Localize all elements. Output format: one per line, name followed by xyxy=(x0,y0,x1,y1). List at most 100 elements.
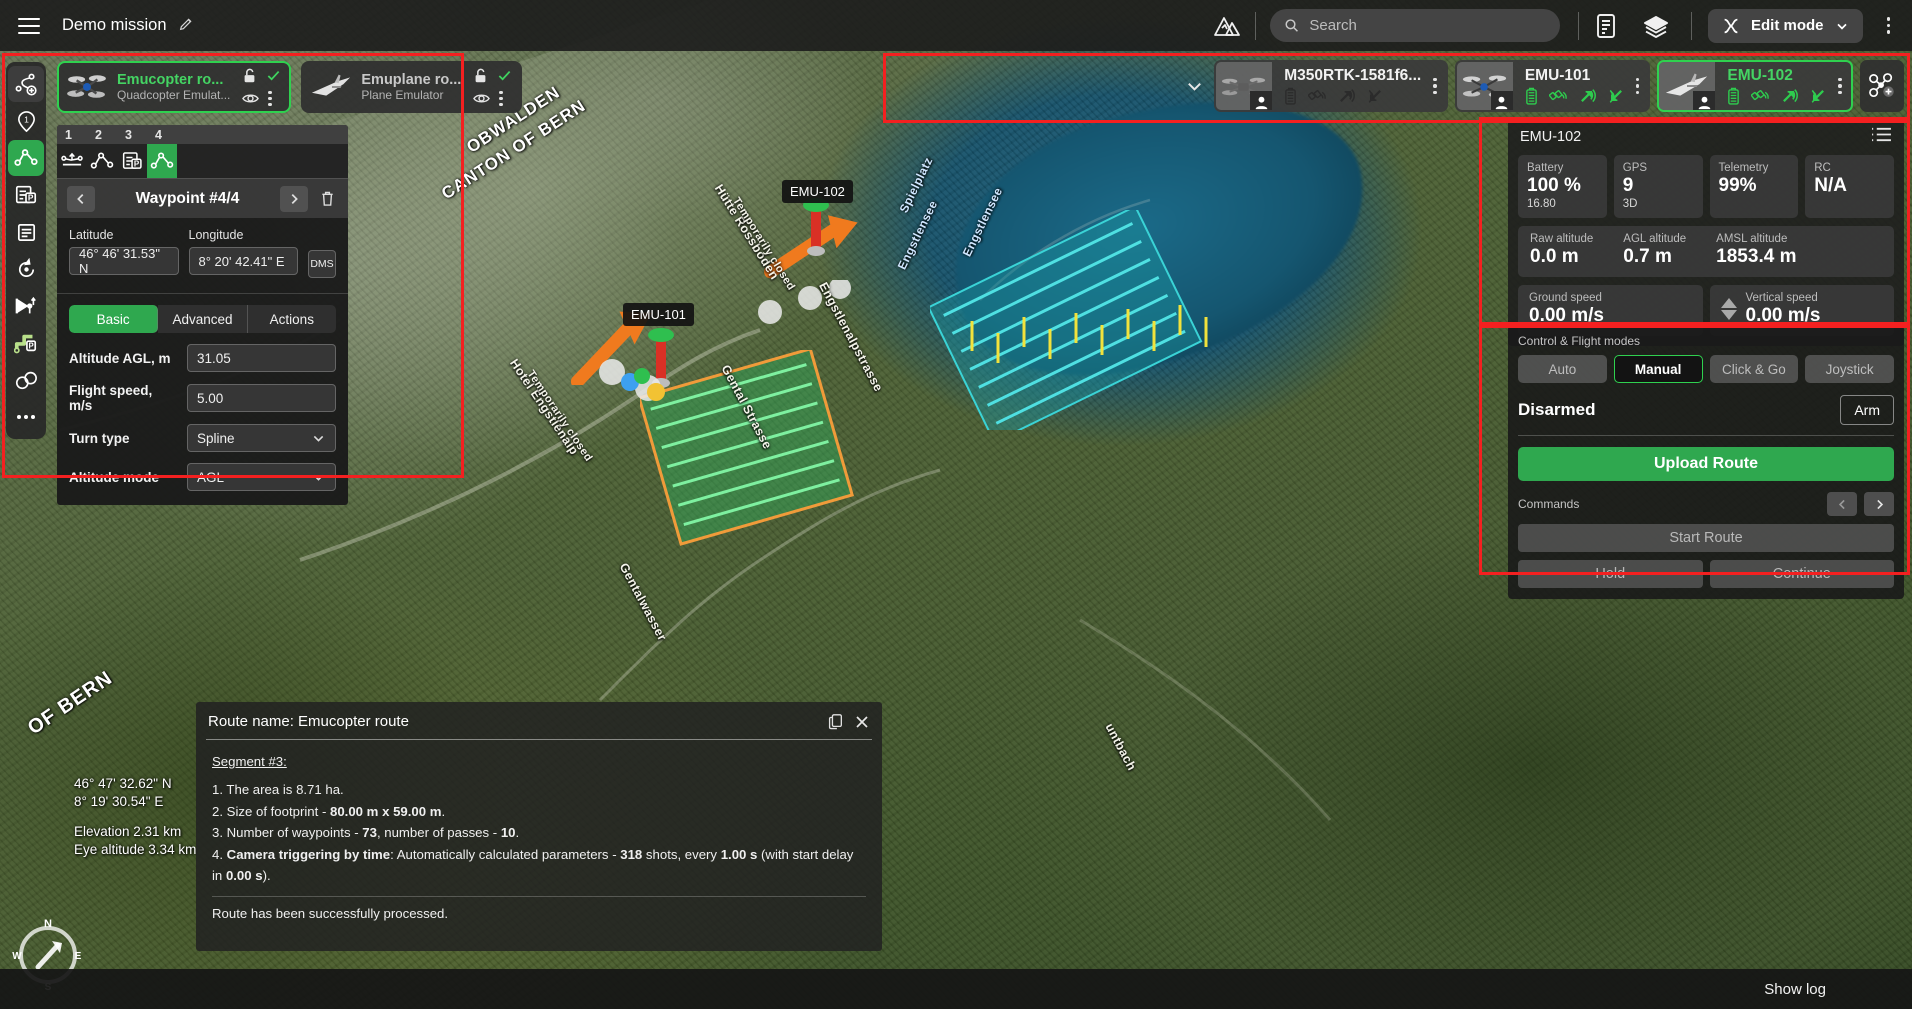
vehicle-menu-button[interactable] xyxy=(1836,62,1851,110)
copy-button[interactable] xyxy=(828,713,844,730)
arm-button[interactable]: Arm xyxy=(1840,395,1894,425)
add-route-tool[interactable] xyxy=(8,66,44,102)
top-bar: Demo mission xyxy=(0,0,1912,51)
line-prefix: 3. Number of waypoints - xyxy=(212,825,362,840)
unlock-icon[interactable] xyxy=(473,68,488,84)
plane-icon xyxy=(309,67,353,107)
longitude-input[interactable]: 8° 20' 42.41" E xyxy=(189,247,299,275)
vehicle-menu-button[interactable] xyxy=(1634,62,1649,110)
route-card-emucopter[interactable]: Emucopter ro... Quadcopter Emulat... xyxy=(57,61,291,113)
drone-badge-emu101[interactable]: EMU-101 xyxy=(623,303,694,326)
trash-icon xyxy=(320,190,335,207)
upload-route-button[interactable]: Upload Route xyxy=(1518,447,1894,481)
pencil-icon[interactable] xyxy=(178,16,194,36)
mode-manual[interactable]: Manual xyxy=(1614,355,1703,383)
segment-tab-numbers: 1 2 3 4 xyxy=(57,125,348,144)
vehicle-menu-button[interactable] xyxy=(1431,62,1446,110)
dms-toggle-button[interactable]: DMS xyxy=(308,250,336,278)
mountain-icon[interactable] xyxy=(1213,13,1241,39)
tab-advanced[interactable]: Advanced xyxy=(158,305,247,333)
line-tail: ). xyxy=(263,868,271,883)
hamburger-icon[interactable] xyxy=(18,18,40,34)
commands-next-button[interactable] xyxy=(1864,492,1894,516)
svg-text:P: P xyxy=(28,193,34,203)
mode-auto[interactable]: Auto xyxy=(1518,355,1607,383)
search-input[interactable] xyxy=(1270,9,1560,42)
flight-speed-input[interactable]: 5.00 xyxy=(187,384,336,412)
vehicle-card-m350rtk[interactable]: M350RTK-1581f6... xyxy=(1214,60,1448,112)
svg-text:N: N xyxy=(44,918,52,930)
landing-pattern-tool[interactable]: P xyxy=(8,325,44,361)
mode-click-and-go[interactable]: Click & Go xyxy=(1710,355,1799,383)
waypoint-marker-tool[interactable]: 1 xyxy=(8,103,44,139)
continue-button[interactable]: Continue xyxy=(1710,560,1895,588)
check-icon[interactable] xyxy=(266,68,281,83)
route-card-name: Emuplane ro... xyxy=(361,72,461,88)
kebab-menu-icon[interactable] xyxy=(1881,11,1897,40)
hold-button[interactable]: Hold xyxy=(1518,560,1703,588)
turn-type-select[interactable]: Spline xyxy=(187,424,336,452)
kebab-menu-icon[interactable] xyxy=(268,91,271,106)
segment-number[interactable]: 2 xyxy=(95,128,125,142)
close-button[interactable] xyxy=(854,714,870,730)
more-tools[interactable] xyxy=(8,399,44,435)
takeoff-tab[interactable] xyxy=(57,144,87,178)
tab-basic[interactable]: Basic xyxy=(69,305,158,333)
rotate-tool[interactable] xyxy=(8,251,44,287)
edit-mode-button[interactable]: Edit mode xyxy=(1708,9,1863,43)
vehicle-card-emu-101[interactable]: EMU-101 xyxy=(1455,60,1651,112)
cell-value: N/A xyxy=(1814,175,1885,197)
cell-key: Battery xyxy=(1527,162,1598,174)
document-icon[interactable] xyxy=(1595,13,1617,39)
geofence-tool[interactable] xyxy=(8,362,44,398)
chevron-right-icon xyxy=(1873,498,1886,511)
segment-number[interactable]: 3 xyxy=(125,128,155,142)
vehicle-name: M350RTK-1581f6... xyxy=(1284,67,1421,85)
segment-number[interactable]: 4 xyxy=(155,128,185,142)
next-waypoint-button[interactable] xyxy=(280,186,308,212)
drone-badge-emu102[interactable]: EMU-102 xyxy=(782,180,853,203)
cell-sub: 16.80 xyxy=(1527,198,1598,210)
survey-tab[interactable]: P xyxy=(117,144,147,178)
segment-number[interactable]: 1 xyxy=(65,128,95,142)
segment-label: Segment #3: xyxy=(212,751,866,772)
chevron-left-icon xyxy=(1836,498,1849,511)
layers-icon[interactable] xyxy=(1643,14,1669,38)
line-bold-lead: Camera triggering by time xyxy=(227,847,390,862)
route-card-emuplane[interactable]: Emuplane ro... Plane Emulator xyxy=(301,61,522,113)
telemetry-list-button[interactable] xyxy=(1871,126,1892,148)
survey-area-tool[interactable] xyxy=(8,214,44,250)
eye-icon[interactable] xyxy=(242,92,259,105)
gps-satellite-icon xyxy=(1751,88,1770,105)
add-vehicle-button[interactable] xyxy=(1860,60,1904,112)
unlock-icon[interactable] xyxy=(242,68,257,84)
eye-icon[interactable] xyxy=(473,92,490,105)
collapse-vehicles-button[interactable] xyxy=(1181,60,1207,112)
route-card-controls xyxy=(473,65,512,110)
segment-tab[interactable] xyxy=(147,144,177,178)
waypoint-panel: 1 2 3 4 xyxy=(57,125,348,505)
latitude-input[interactable]: 46° 46' 31.53" N xyxy=(69,247,179,275)
latitude-field: Latitude 46° 46' 31.53" N xyxy=(69,228,179,278)
search-field[interactable] xyxy=(1309,17,1546,34)
check-icon[interactable] xyxy=(497,68,512,83)
mode-joystick[interactable]: Joystick xyxy=(1805,355,1894,383)
route-info-line-4: 4. Camera triggering by time: Automatica… xyxy=(212,844,866,887)
start-route-button[interactable]: Start Route xyxy=(1518,524,1894,552)
waypoints-tab[interactable] xyxy=(87,144,117,178)
route-path-tool[interactable] xyxy=(8,140,44,176)
tab-actions[interactable]: Actions xyxy=(248,305,336,333)
longitude-field: Longitude 8° 20' 42.41" E xyxy=(189,228,299,278)
prev-waypoint-button[interactable] xyxy=(67,186,95,212)
commands-prev-button[interactable] xyxy=(1827,492,1857,516)
cell-sub: 3D xyxy=(1623,198,1694,210)
delete-waypoint-button[interactable] xyxy=(316,190,338,207)
kebab-menu-icon[interactable] xyxy=(499,91,502,106)
show-log-button[interactable]: Show log xyxy=(1764,981,1826,998)
vehicle-card-emu-102[interactable]: EMU-102 xyxy=(1657,60,1853,112)
altitude-agl-input[interactable]: 31.05 xyxy=(187,344,336,372)
arm-status: Disarmed xyxy=(1518,400,1595,420)
survey-polygon-tool[interactable]: P xyxy=(8,177,44,213)
launch-tool[interactable] xyxy=(8,288,44,324)
altitude-mode-select[interactable]: AGL xyxy=(187,463,336,491)
